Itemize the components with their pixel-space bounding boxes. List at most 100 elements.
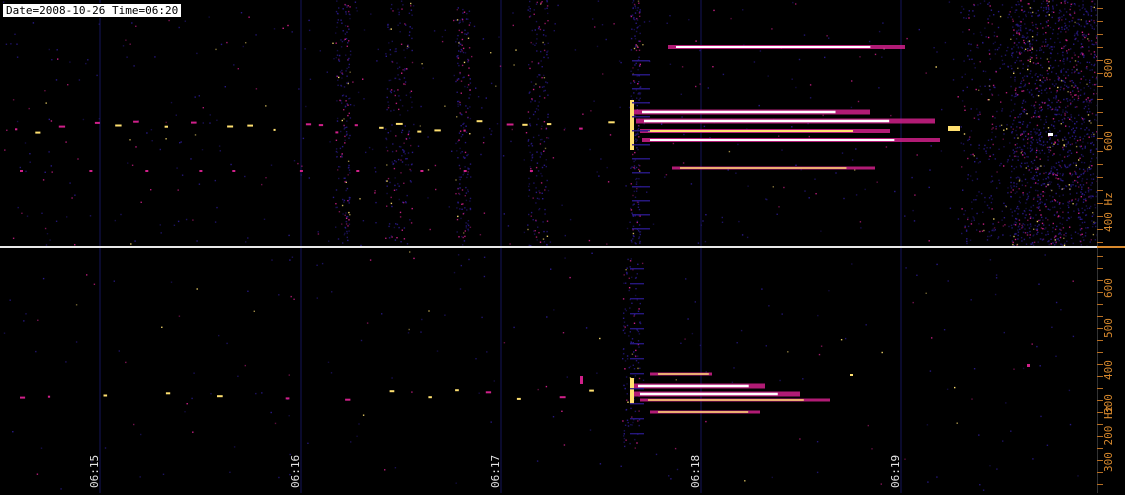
noise-band <box>1066 52 1068 54</box>
background-speckle <box>728 150 731 153</box>
noise-band <box>1089 79 1091 81</box>
noise-band <box>1058 27 1060 30</box>
background-speckle <box>319 50 321 52</box>
noise-column <box>336 100 338 102</box>
noise-band <box>1089 241 1091 243</box>
noise-band <box>990 201 993 204</box>
noise-column <box>387 23 389 26</box>
noise-band <box>1053 214 1056 216</box>
noise-column <box>409 219 411 221</box>
background-speckle <box>1032 458 1034 460</box>
noise-band <box>1031 51 1033 54</box>
background-speckle <box>947 280 949 282</box>
noise-column <box>463 61 466 64</box>
noise-band <box>1023 10 1026 13</box>
noise-band <box>1071 173 1074 175</box>
noise-column <box>527 224 529 226</box>
background-speckle <box>255 88 258 90</box>
background-speckle <box>464 151 467 154</box>
noise-column <box>459 208 461 210</box>
noise-band <box>1053 236 1056 239</box>
background-speckle <box>413 257 415 260</box>
noise-band <box>1074 231 1077 233</box>
background-speckle <box>194 96 196 98</box>
noise-column <box>344 226 346 229</box>
noise-band <box>1035 156 1038 158</box>
background-speckle <box>916 154 918 156</box>
noise-band <box>1034 112 1036 114</box>
noise-band <box>1079 94 1082 96</box>
noise-column <box>630 424 632 426</box>
noise-column <box>346 67 348 70</box>
noise-band <box>1091 69 1093 71</box>
noise-column <box>411 27 413 30</box>
noise-band <box>1080 154 1083 156</box>
background-speckle <box>453 271 456 274</box>
noise-column <box>388 42 390 44</box>
noise-column <box>543 90 545 92</box>
background-speckle <box>995 274 998 276</box>
background-speckle <box>906 37 908 40</box>
noise-band <box>999 182 1001 184</box>
noise-band <box>1014 11 1016 13</box>
noise-band <box>1021 184 1024 186</box>
noise-column <box>349 71 351 73</box>
signal-blip <box>1027 364 1030 367</box>
background-speckle <box>704 240 707 243</box>
noise-band <box>1082 184 1085 186</box>
noise-column <box>635 349 637 352</box>
noise-column <box>536 76 539 78</box>
noise-column <box>338 76 340 79</box>
noise-column <box>348 202 350 204</box>
noise-band <box>1040 109 1042 112</box>
freq-tick-top <box>1097 73 1103 74</box>
noise-band <box>1010 76 1012 78</box>
noise-band <box>1012 241 1014 244</box>
noise-band <box>990 9 993 11</box>
background-speckle <box>878 87 880 89</box>
noise-band <box>1042 33 1045 35</box>
noise-column <box>469 163 472 165</box>
noise-column <box>530 143 532 145</box>
noise-column <box>527 228 529 231</box>
noise-column <box>632 204 634 206</box>
noise-band <box>1059 101 1062 103</box>
noise-column <box>527 139 530 141</box>
noise-band <box>1083 194 1085 196</box>
noise-column <box>536 123 538 126</box>
noise-band <box>1012 26 1014 28</box>
noise-band <box>1069 188 1071 190</box>
noise-column <box>344 142 346 144</box>
background-speckle <box>727 169 729 171</box>
noise-band <box>1050 238 1052 240</box>
background-speckle <box>699 344 702 347</box>
noise-band <box>1026 147 1029 149</box>
noise-column <box>458 132 461 134</box>
noise-band <box>1051 32 1054 35</box>
noise-column <box>344 214 346 216</box>
background-speckle <box>316 297 318 299</box>
noise-band <box>1038 203 1040 205</box>
noise-band <box>1012 109 1015 111</box>
freq-tick-bottom <box>1097 412 1103 413</box>
noise-band <box>978 147 980 149</box>
noise-band <box>1046 58 1049 60</box>
noise-band <box>1042 195 1044 197</box>
noise-band <box>1060 179 1062 181</box>
noise-column <box>397 89 399 91</box>
noise-band <box>1026 126 1028 128</box>
background-speckle <box>429 228 431 231</box>
noise-column <box>536 162 539 164</box>
noise-band <box>1030 104 1033 107</box>
noise-column <box>633 315 635 317</box>
noise-column <box>535 83 537 85</box>
noise-band <box>1015 59 1018 62</box>
noise-band <box>1050 91 1052 93</box>
noise-column <box>629 307 631 309</box>
noise-column <box>390 196 392 199</box>
noise-band <box>1083 87 1085 89</box>
noise-column <box>404 68 406 70</box>
noise-column <box>532 219 534 221</box>
noise-column <box>545 128 547 130</box>
noise-column <box>348 66 350 68</box>
